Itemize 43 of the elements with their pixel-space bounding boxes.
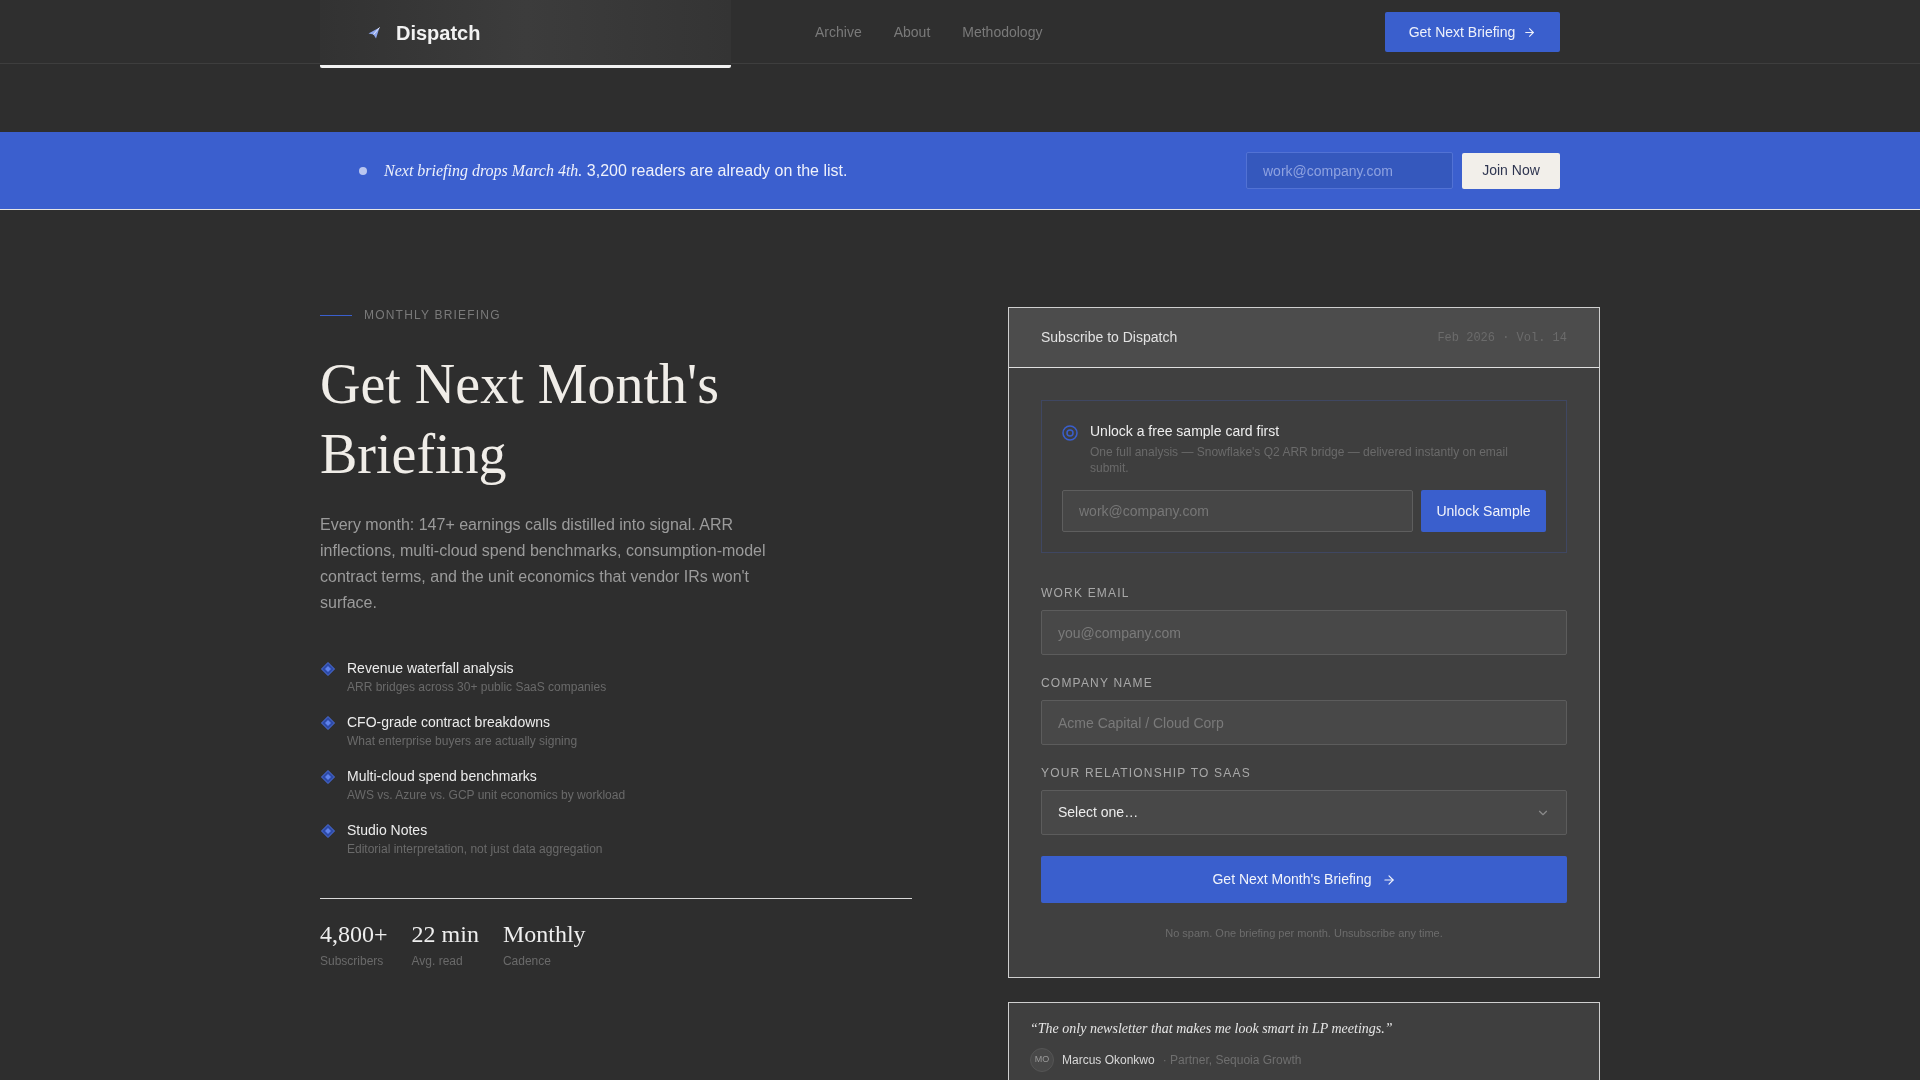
- feature-subtitle: ARR bridges across 30+ public SaaS companies: [347, 679, 607, 695]
- diamond-icon: [321, 662, 335, 676]
- unlock-sample-button[interactable]: Unlock Sample: [1421, 490, 1546, 532]
- join-now-button[interactable]: Join Now: [1462, 152, 1560, 189]
- feature-title: CFO-grade contract breakdowns: [347, 713, 552, 731]
- stat-label: Cadence: [502, 953, 552, 969]
- field-label: COMPANY NAME: [1041, 675, 1154, 691]
- nav-link[interactable]: Methodology: [962, 21, 1043, 43]
- diamond-icon: [321, 770, 335, 784]
- feature-title: Revenue waterfall analysis: [347, 659, 515, 677]
- hero-description: Every month: 147+ earnings calls distilled into signal. ARR inflections, multi-cloud spend benchmarks, consumption-model contract terms, and the unit economics that vendor IRs won't surface.: [320, 515, 767, 613]
- author-name: Marcus Okonkwo: [1062, 1052, 1155, 1069]
- arrow-right-icon: [1523, 25, 1537, 39]
- feature-subtitle: Editorial interpretation, not just data aggregation: [347, 841, 603, 857]
- feature-title: Studio Notes: [347, 821, 429, 839]
- feature-subtitle: AWS vs. Azure vs. GCP unit economics by workload: [347, 787, 626, 803]
- nav-link[interactable]: Archive: [815, 21, 862, 43]
- stat-label: Avg. read: [411, 953, 464, 969]
- nav-link[interactable]: About: [893, 21, 931, 43]
- stat-value: 22 min: [411, 920, 479, 949]
- brand-logo-link[interactable]: Dispatch: [320, 0, 731, 68]
- banner-email-field[interactable]: work@company.com: [1246, 152, 1453, 189]
- card-title: Subscribe to Dispatch: [1041, 328, 1178, 347]
- get-briefing-button[interactable]: Get Next Briefing: [1385, 12, 1560, 52]
- stat-label: Subscribers: [320, 953, 385, 969]
- avatar-initials: MO: [1030, 1048, 1054, 1072]
- hero-heading: Get Next Month's Briefing: [320, 352, 720, 487]
- feature-subtitle: What enterprise buyers are actually signing: [347, 733, 578, 749]
- banner-message: Next briefing drops March 4th. 3,200 readers are already on the list.: [384, 160, 848, 182]
- submit-button[interactable]: Get Next Month's Briefing: [1041, 856, 1567, 903]
- testimonial-quote: “The only newsletter that makes me look smart in LP meetings.”: [1030, 1020, 1394, 1038]
- sample-title: Unlock a free sample card first: [1090, 422, 1281, 440]
- field-label: WORK EMAIL: [1041, 585, 1131, 601]
- stat-value: Monthly: [502, 920, 586, 949]
- diamond-icon: [321, 824, 335, 838]
- paper-plane-icon: [368, 26, 380, 39]
- select-dropdown[interactable]: Select one…: [1041, 790, 1567, 835]
- diamond-icon: [321, 716, 335, 730]
- field-label: YOUR RELATIONSHIP TO SAAS: [1041, 765, 1252, 781]
- stat-value: 4,800+: [320, 920, 388, 949]
- feature-title: Multi-cloud spend benchmarks: [347, 767, 538, 785]
- target-icon: [1062, 425, 1078, 441]
- eyebrow-label: MONTHLY BRIEFING: [364, 307, 501, 323]
